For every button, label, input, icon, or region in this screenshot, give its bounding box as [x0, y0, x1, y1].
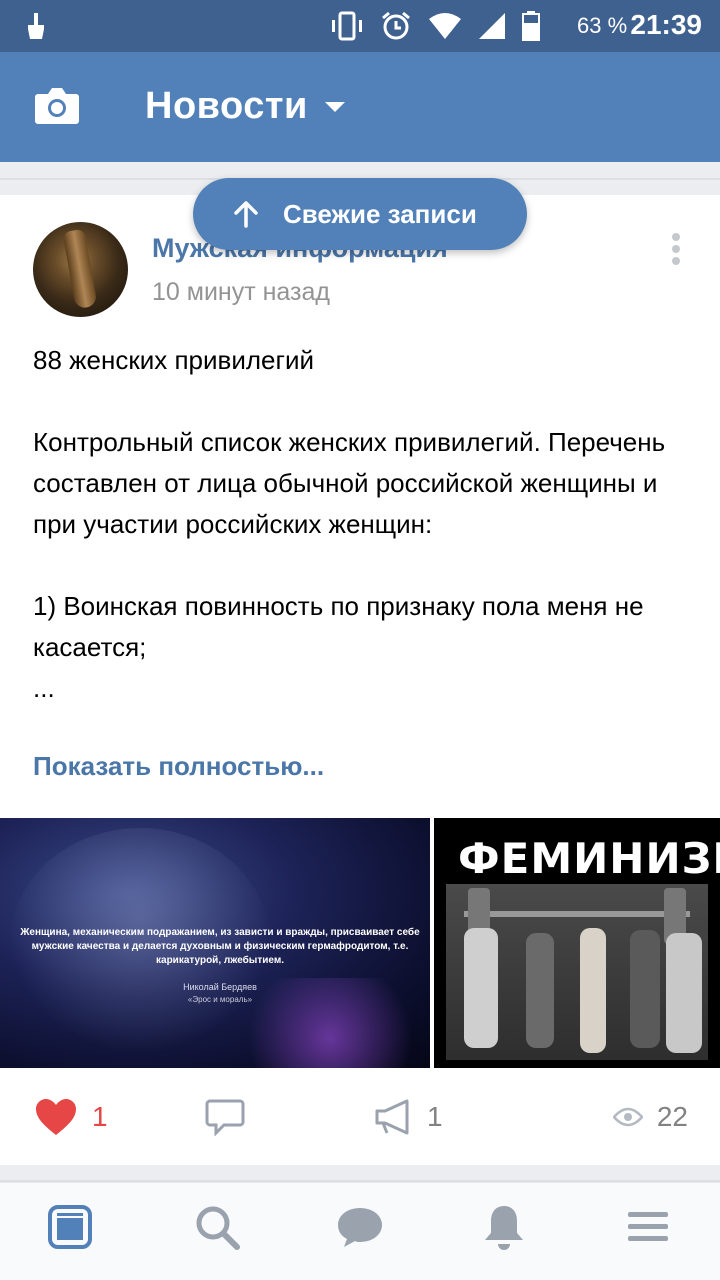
caret-down-icon[interactable] — [325, 102, 345, 112]
nav-notifications[interactable] — [480, 1203, 528, 1251]
status-bar: 63 % 21:39 — [0, 0, 720, 52]
fresh-posts-button[interactable]: Свежие записи — [193, 178, 527, 250]
avatar[interactable] — [33, 222, 128, 317]
app-header: Новости — [0, 52, 720, 162]
eye-icon — [612, 1107, 643, 1127]
broom-icon — [28, 13, 44, 39]
bottom-navigation — [0, 1182, 720, 1280]
wifi-icon — [429, 13, 461, 39]
signal-icon — [479, 13, 505, 39]
battery-icon — [522, 11, 540, 41]
share-count: 1 — [427, 1101, 443, 1132]
more-options-icon[interactable] — [670, 233, 682, 269]
messages-icon — [338, 1208, 382, 1247]
nav-menu[interactable] — [624, 1203, 672, 1251]
nav-messages[interactable] — [336, 1203, 384, 1251]
clock: 21:39 — [630, 9, 702, 40]
post-time: 10 минут назад — [152, 278, 330, 306]
fresh-posts-label: Свежие записи — [283, 198, 477, 229]
post-paragraph — [33, 545, 693, 586]
post-paragraph: 1) Воинская повинность по признаку пола … — [33, 591, 644, 662]
like-count: 1 — [92, 1101, 108, 1132]
battery-percent: 63 % — [577, 13, 628, 38]
page-title[interactable]: Новости — [145, 85, 308, 128]
nav-search[interactable] — [193, 1203, 241, 1251]
comment-icon — [205, 1099, 245, 1136]
views-count: 22 — [656, 1101, 688, 1132]
post-text: 88 женских привилегий Контрольный список… — [33, 340, 693, 709]
image-title: ФЕМИНИЗМ — [458, 834, 720, 883]
image-quote-text: Женщина, механическим подражанием, из за… — [20, 927, 420, 966]
search-icon — [196, 1206, 240, 1250]
post-card: Мужская информация 10 минут назад 88 жен… — [0, 195, 720, 1165]
post-paragraph: 88 женских привилегий — [33, 345, 315, 375]
alarm-icon — [382, 11, 410, 40]
notifications-icon — [485, 1206, 523, 1250]
vibrate-icon — [332, 11, 362, 41]
camera-icon[interactable] — [34, 85, 80, 125]
post-image-quote[interactable]: Женщина, механическим подражанием, из за… — [0, 818, 430, 1068]
menu-icon — [628, 1212, 668, 1241]
post-actions: 1 1 22 — [0, 1085, 720, 1149]
image-quote-source: «Эрос и мораль» — [187, 995, 253, 1004]
megaphone-icon — [375, 1099, 409, 1135]
like-button[interactable]: 1 — [34, 1085, 108, 1149]
show-more-link[interactable]: Показать полностью... — [33, 751, 324, 782]
nav-news[interactable] — [46, 1203, 94, 1251]
share-button[interactable]: 1 — [373, 1085, 443, 1149]
news-icon — [48, 1205, 92, 1249]
post-paragraph: ... — [33, 673, 55, 703]
views-counter: 22 — [612, 1085, 688, 1149]
image-quote-author: Николай Бердяев — [183, 982, 257, 992]
post-image-feminism[interactable]: ФЕМИНИЗМ — [434, 818, 720, 1068]
heart-icon — [36, 1099, 76, 1135]
arrow-up-icon — [234, 201, 258, 228]
comment-button[interactable] — [205, 1085, 259, 1149]
post-paragraph: Контрольный список женских привилегий. П… — [33, 427, 666, 539]
post-paragraph — [33, 381, 693, 422]
